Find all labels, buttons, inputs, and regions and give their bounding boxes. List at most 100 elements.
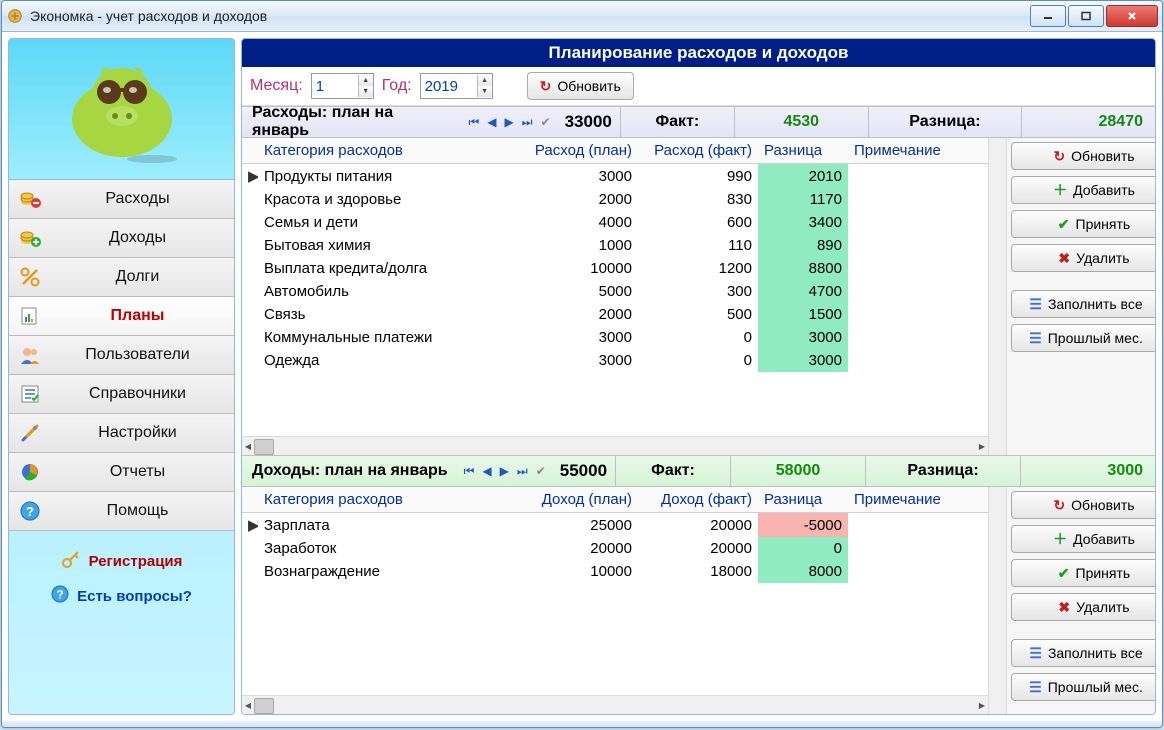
income-diff-value: 3000: [1020, 456, 1155, 486]
sidebar-bottom: Регистрация ? Есть вопросы?: [9, 531, 234, 714]
col-category[interactable]: Категория расходов: [258, 487, 518, 513]
table-row[interactable]: Бытовая химия1000110890: [242, 234, 988, 257]
check-icon: ✔: [1058, 216, 1070, 233]
expenses-vscroll[interactable]: [988, 138, 1006, 455]
year-input[interactable]: [421, 78, 477, 95]
col-fact[interactable]: Доход (факт): [638, 487, 758, 513]
nav-first-icon[interactable]: ⏮: [464, 464, 475, 479]
registration-link[interactable]: Регистрация: [61, 549, 183, 573]
expenses-fact-label: Факт:: [620, 107, 734, 137]
expenses-prev-month-button[interactable]: ☰Прошлый мес.: [1011, 324, 1156, 352]
delete-icon: ✖: [1058, 250, 1070, 267]
expenses-grid[interactable]: Категория расходов Расход (план) Расход …: [242, 138, 988, 436]
sidebar-item-users[interactable]: Пользователи: [9, 336, 234, 375]
table-row[interactable]: Связь20005001500: [242, 303, 988, 326]
col-note[interactable]: Примечание: [848, 487, 988, 513]
expenses-fill-all-button[interactable]: ☰Заполнить все: [1011, 290, 1156, 318]
delete-icon: ✖: [1058, 599, 1070, 616]
plans-icon: [19, 305, 41, 327]
sidebar-item-reports[interactable]: Отчеты: [9, 453, 234, 492]
spin-up-icon[interactable]: ▲: [358, 75, 373, 86]
expenses-diff-label: Разница:: [868, 107, 1022, 137]
expenses-refresh-button[interactable]: ↻Обновить: [1011, 142, 1156, 170]
spin-down-icon[interactable]: ▼: [358, 86, 373, 97]
income-accept-button[interactable]: ✔Принять: [1011, 559, 1156, 587]
income-hscroll[interactable]: ◀▶: [242, 695, 988, 714]
cell-plan: 4000: [518, 211, 638, 234]
refresh-button[interactable]: ↻ Обновить: [527, 72, 634, 100]
cell-note: [848, 303, 988, 326]
income-add-button[interactable]: ＋Добавить: [1011, 525, 1156, 553]
cell-diff: 0: [758, 537, 848, 560]
income-fill-all-button[interactable]: ☰Заполнить все: [1011, 639, 1156, 667]
refresh-icon: ↻: [1053, 497, 1065, 514]
questions-link[interactable]: ? Есть вопросы?: [51, 585, 192, 607]
close-button[interactable]: [1106, 5, 1158, 27]
nav-first-icon[interactable]: ⏮: [468, 115, 479, 130]
month-spinner[interactable]: ▲▼: [311, 73, 374, 99]
sidebar-item-settings[interactable]: Настройки: [9, 414, 234, 453]
cell-fact: 0: [638, 326, 758, 349]
col-fact[interactable]: Расход (факт): [638, 138, 758, 164]
income-grid[interactable]: Категория расходов Доход (план) Доход (ф…: [242, 487, 988, 695]
table-row[interactable]: ▶Продукты питания30009902010: [242, 164, 988, 189]
sidebar-item-plans[interactable]: Планы: [9, 297, 234, 336]
spin-up-icon[interactable]: ▲: [477, 75, 492, 86]
col-plan[interactable]: Доход (план): [518, 487, 638, 513]
nav-prev-icon[interactable]: ◀: [482, 464, 491, 478]
nav-last-icon[interactable]: ⏭: [517, 464, 528, 479]
col-plan[interactable]: Расход (план): [518, 138, 638, 164]
cell-note: [848, 211, 988, 234]
table-row[interactable]: Вознаграждение10000180008000: [242, 560, 988, 583]
col-diff[interactable]: Разница: [758, 487, 848, 513]
cell-category: Выплата кредита/долга: [258, 257, 518, 280]
table-row[interactable]: Семья и дети40006003400: [242, 211, 988, 234]
income-vscroll[interactable]: [988, 487, 1006, 714]
expenses-delete-button[interactable]: ✖Удалить: [1011, 244, 1156, 272]
cell-fact: 990: [638, 164, 758, 189]
sidebar-item-label: Расходы: [51, 190, 224, 208]
sidebar-item-label: Пользователи: [51, 346, 224, 364]
col-category[interactable]: Категория расходов: [258, 138, 518, 164]
table-row[interactable]: Выплата кредита/долга1000012008800: [242, 257, 988, 280]
nav-last-icon[interactable]: ⏭: [522, 115, 533, 130]
cell-fact: 20000: [638, 537, 758, 560]
table-row[interactable]: Автомобиль50003004700: [242, 280, 988, 303]
expenses-add-button[interactable]: ＋Добавить: [1011, 176, 1156, 204]
col-diff[interactable]: Разница: [758, 138, 848, 164]
income-refresh-button[interactable]: ↻Обновить: [1011, 491, 1156, 519]
col-note[interactable]: Примечание: [848, 138, 988, 164]
income-prev-month-button[interactable]: ☰Прошлый мес.: [1011, 673, 1156, 701]
cell-category: Бытовая химия: [258, 234, 518, 257]
sidebar-item-debts[interactable]: Долги: [9, 258, 234, 297]
income-panel: Доходы: план на январь ⏮ ◀ ▶ ⏭ ✔ 55000 Ф…: [242, 455, 1155, 714]
minimize-button[interactable]: [1030, 5, 1066, 27]
nav-next-icon[interactable]: ▶: [504, 115, 513, 129]
month-input[interactable]: [312, 78, 358, 95]
nav-confirm-icon[interactable]: ✔: [541, 115, 551, 129]
table-row[interactable]: Одежда300003000: [242, 349, 988, 372]
sidebar-item-references[interactable]: Справочники: [9, 375, 234, 414]
expenses-accept-button[interactable]: ✔Принять: [1011, 210, 1156, 238]
cell-diff: 890: [758, 234, 848, 257]
expenses-hscroll[interactable]: ◀▶: [242, 436, 988, 455]
cell-category: Зарплата: [258, 513, 518, 538]
sidebar-item-expenses[interactable]: Расходы: [9, 180, 234, 219]
nav-confirm-icon[interactable]: ✔: [536, 464, 546, 478]
row-marker: [242, 326, 258, 349]
row-marker: [242, 280, 258, 303]
table-row[interactable]: Коммунальные платежи300003000: [242, 326, 988, 349]
cell-fact: 600: [638, 211, 758, 234]
sidebar-item-income[interactable]: Доходы: [9, 219, 234, 258]
spin-down-icon[interactable]: ▼: [477, 86, 492, 97]
table-row[interactable]: Заработок20000200000: [242, 537, 988, 560]
income-delete-button[interactable]: ✖Удалить: [1011, 593, 1156, 621]
nav-prev-icon[interactable]: ◀: [487, 115, 496, 129]
maximize-button[interactable]: [1068, 5, 1104, 27]
table-row[interactable]: ▶Зарплата2500020000-5000: [242, 513, 988, 538]
year-spinner[interactable]: ▲▼: [420, 73, 493, 99]
sidebar-item-help[interactable]: ? Помощь: [9, 492, 234, 531]
nav-next-icon[interactable]: ▶: [500, 464, 509, 478]
table-row[interactable]: Красота и здоровье20008301170: [242, 188, 988, 211]
client-area: Расходы Доходы Долги Планы Пользователи: [2, 32, 1162, 721]
